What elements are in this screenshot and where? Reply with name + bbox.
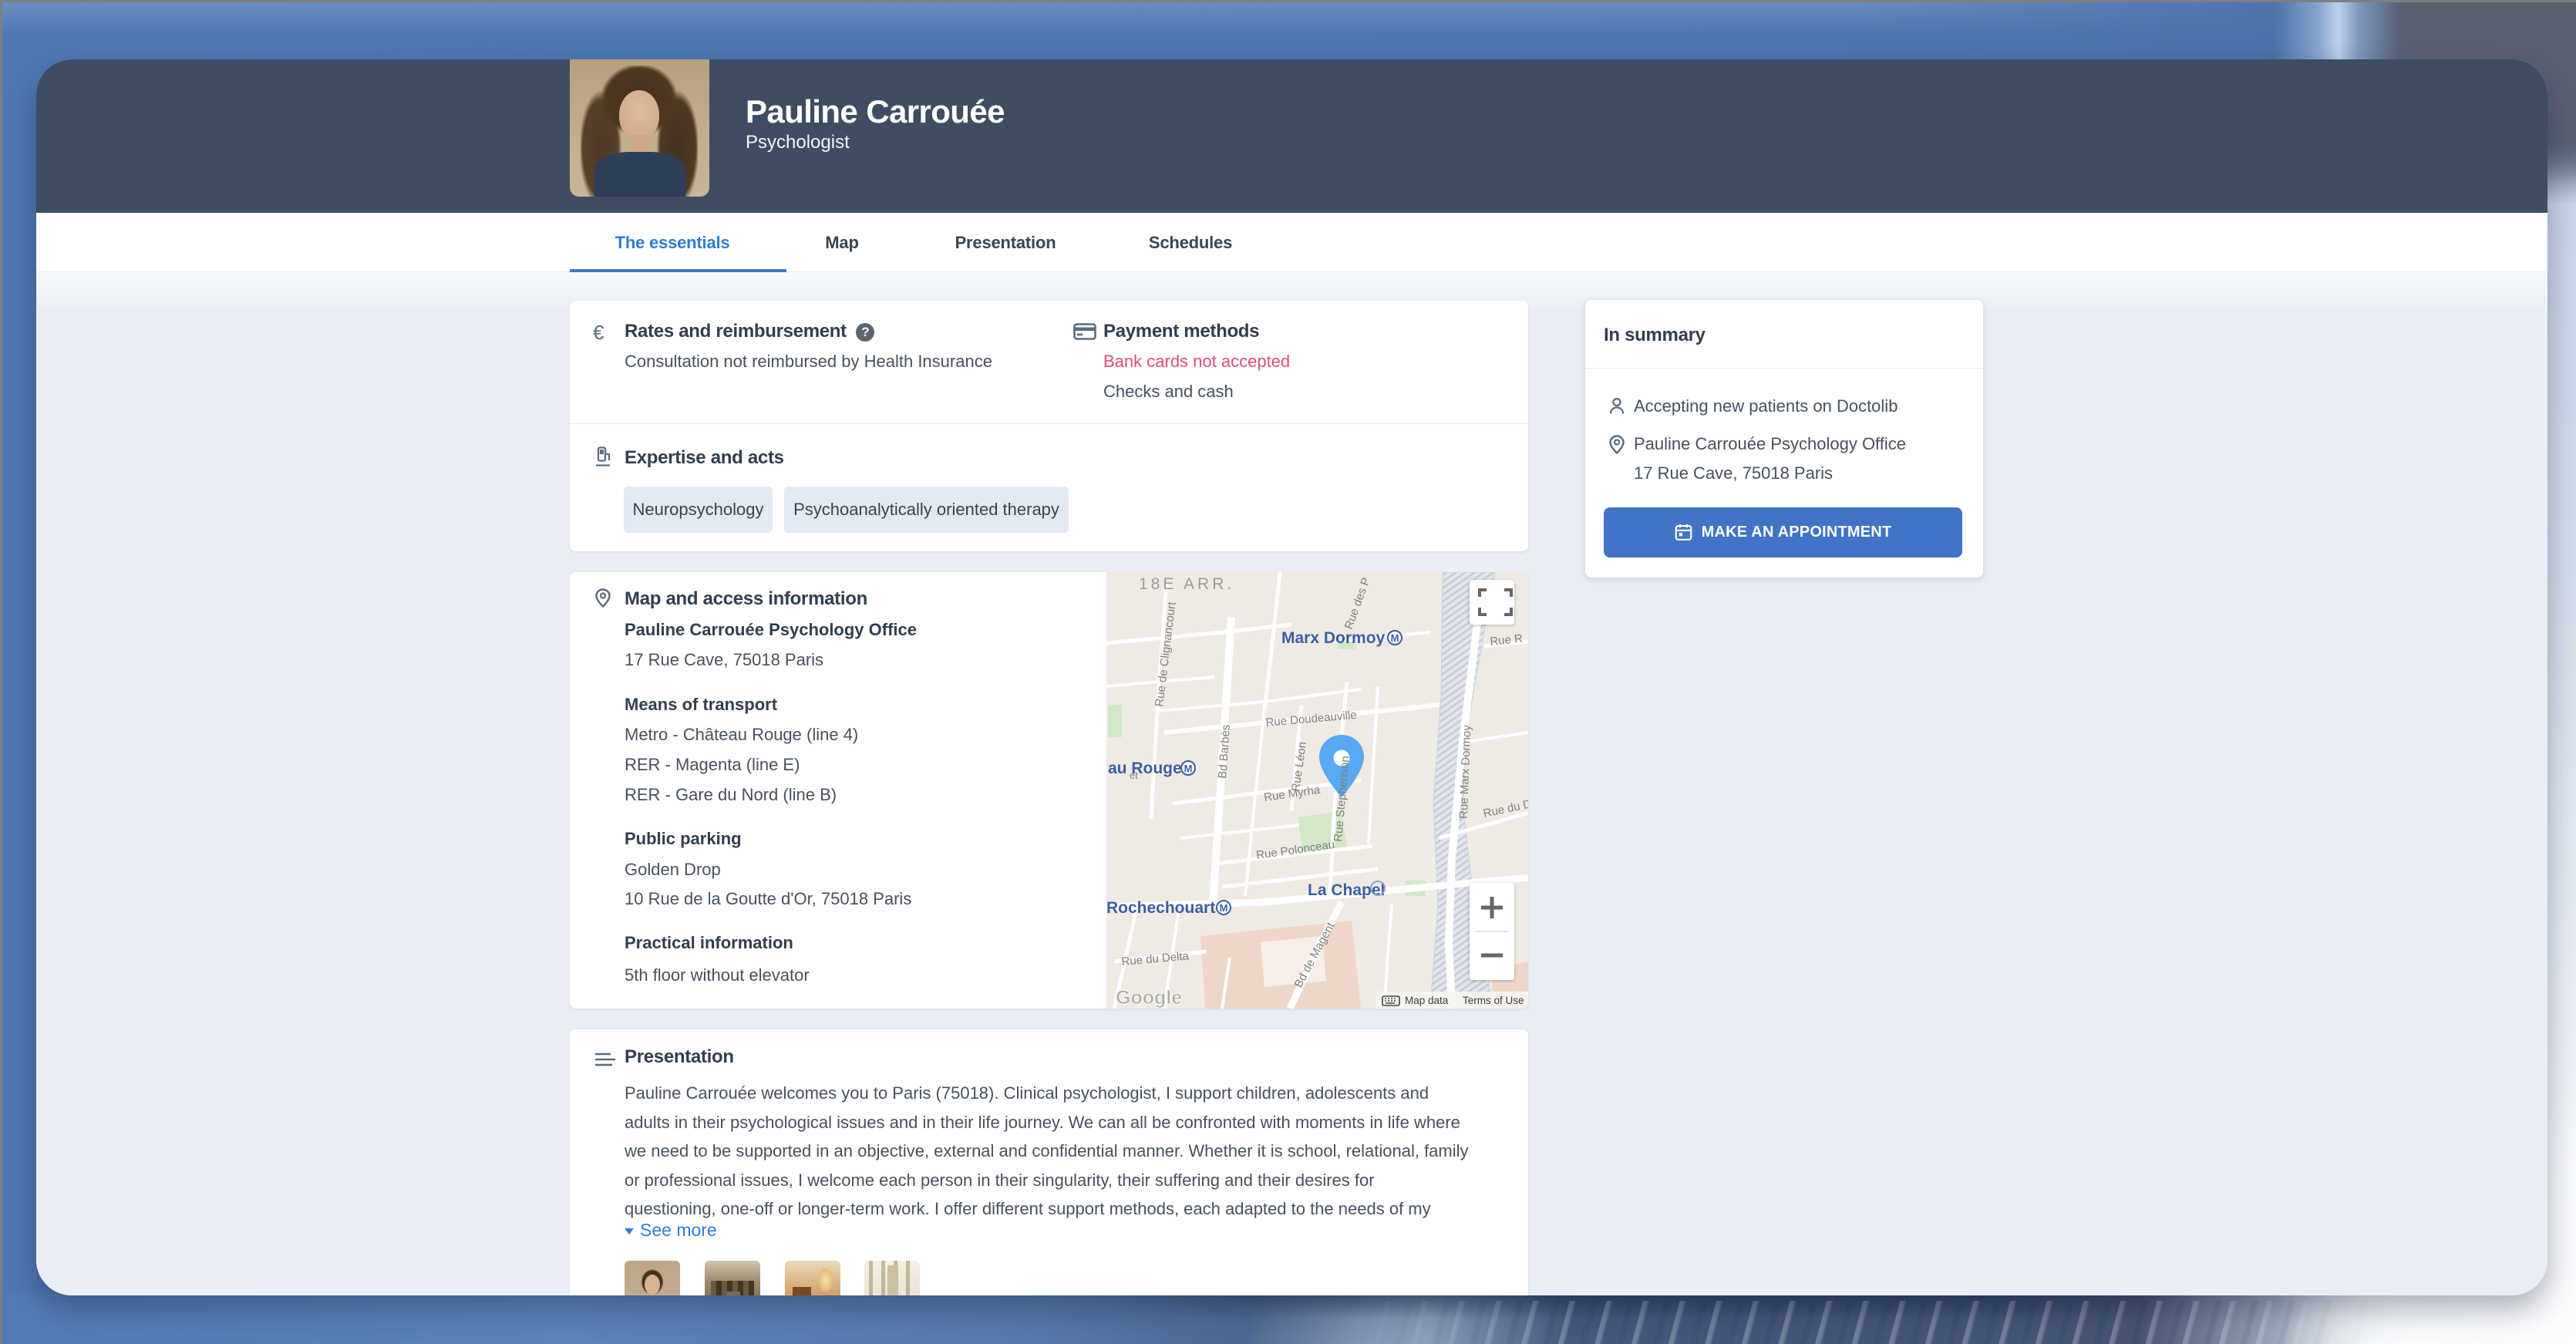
svg-text:Marx Dormoy: Marx Dormoy <box>1281 629 1386 647</box>
svg-text:Rochechouart: Rochechouart <box>1106 899 1215 917</box>
svg-text:La Chapel: La Chapel <box>1308 881 1385 899</box>
svg-text:M: M <box>1184 763 1193 774</box>
svg-text:Map data: Map data <box>1405 995 1449 1006</box>
svg-text:Google: Google <box>1116 987 1182 1009</box>
svg-text:18E ARR.: 18E ARR. <box>1139 575 1234 593</box>
svg-text:Terms of Use: Terms of Use <box>1463 995 1524 1006</box>
svg-text:au Rouge: au Rouge <box>1108 760 1182 777</box>
svg-text:M: M <box>1220 902 1228 914</box>
svg-text:M: M <box>1391 632 1399 644</box>
